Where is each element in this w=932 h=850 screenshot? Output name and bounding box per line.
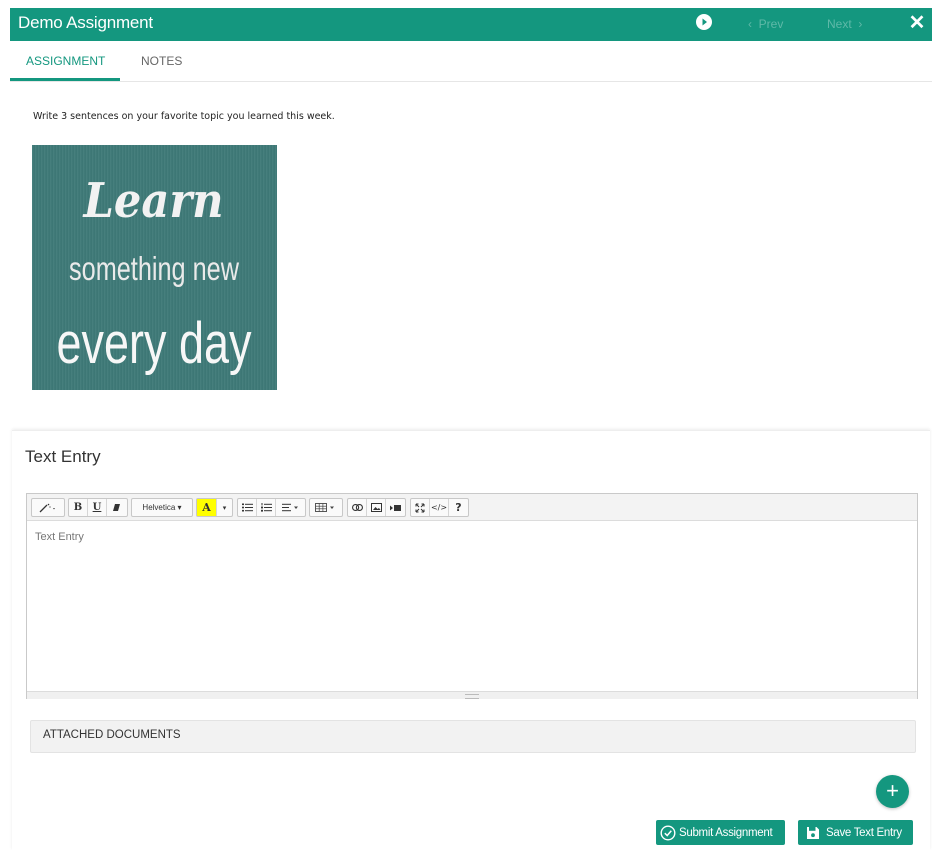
close-icon[interactable]: ✕ <box>907 11 927 35</box>
underline-button[interactable]: U <box>88 499 107 516</box>
rich-text-editor: B U Helvetica ▾ A ▾ </> ? Text Entry <box>26 493 918 699</box>
eraser-icon[interactable] <box>107 499 126 516</box>
check-circle-icon <box>660 824 676 841</box>
tab-notes[interactable]: NOTES <box>141 54 182 68</box>
next-button[interactable]: Next › <box>827 17 862 31</box>
resize-grip-icon <box>465 694 479 699</box>
title-bar: Demo Assignment ‹ Prev Next › ✕ <box>10 8 932 41</box>
font-family-dropdown[interactable]: Helvetica ▾ <box>132 499 192 516</box>
attached-documents-section[interactable]: ATTACHED DOCUMENTS <box>30 720 916 753</box>
insert-group <box>347 498 406 517</box>
floppy-disk-icon <box>807 826 819 839</box>
active-tab-indicator <box>10 78 120 81</box>
chevron-left-icon: ‹ <box>748 17 752 31</box>
prev-button[interactable]: ‹ Prev <box>748 17 783 31</box>
video-icon[interactable] <box>386 499 405 516</box>
tab-assignment[interactable]: ASSIGNMENT <box>26 54 105 68</box>
assignment-instructions: Write 3 sentences on your favorite topic… <box>33 111 335 122</box>
attached-documents-label: ATTACHED DOCUMENTS <box>43 729 181 741</box>
magic-wand-icon[interactable] <box>32 499 64 516</box>
ordered-list-icon[interactable] <box>257 499 276 516</box>
highlight-color-button[interactable]: A <box>197 499 217 516</box>
play-icon[interactable] <box>696 14 712 30</box>
text-entry-panel: Text Entry B U Helvetica ▾ A ▾ </> ? Tex… <box>12 430 930 850</box>
image-text-line1: Learn <box>82 172 224 229</box>
submit-assignment-label: Submit Assignment <box>679 826 773 839</box>
assignment-window: Demo Assignment ‹ Prev Next › ✕ ASSIGNME… <box>10 8 932 850</box>
next-label: Next <box>827 17 852 31</box>
window-title: Demo Assignment <box>18 13 153 32</box>
code-icon[interactable]: </> <box>430 499 449 516</box>
bold-button[interactable]: B <box>69 499 88 516</box>
list-group <box>237 498 306 517</box>
unordered-list-icon[interactable] <box>238 499 257 516</box>
image-text-line3: every day <box>57 311 252 376</box>
editor-resize-handle[interactable] <box>27 691 917 699</box>
add-document-button[interactable]: + <box>876 775 909 808</box>
style-group <box>31 498 65 517</box>
image-icon[interactable] <box>367 499 386 516</box>
color-group: A ▾ <box>196 498 233 517</box>
text-entry-input[interactable]: Text Entry <box>27 521 917 691</box>
tab-bar: ASSIGNMENT NOTES <box>10 41 932 82</box>
chevron-down-icon[interactable]: ▾ <box>217 499 232 516</box>
prev-label: Prev <box>758 17 784 31</box>
font-group: Helvetica ▾ <box>131 498 193 517</box>
chevron-right-icon: › <box>858 17 863 31</box>
assignment-image: Learn something new every day <box>32 145 277 390</box>
align-icon[interactable] <box>276 499 305 516</box>
submit-assignment-button[interactable]: Submit Assignment <box>656 820 785 845</box>
text-entry-placeholder: Text Entry <box>35 531 84 543</box>
save-text-entry-button[interactable]: Save Text Entry <box>798 820 913 845</box>
editor-toolbar: B U Helvetica ▾ A ▾ </> ? <box>27 494 917 521</box>
font-style-group: B U <box>68 498 128 517</box>
save-text-entry-label: Save Text Entry <box>826 826 902 839</box>
table-icon[interactable] <box>310 499 342 516</box>
table-group <box>309 498 343 517</box>
misc-group: </> ? <box>410 498 469 517</box>
help-icon[interactable]: ? <box>449 499 468 516</box>
fullscreen-icon[interactable] <box>411 499 430 516</box>
text-entry-title: Text Entry <box>25 447 101 466</box>
plus-icon: + <box>886 778 899 803</box>
image-text-line2: something new <box>69 250 239 287</box>
link-icon[interactable] <box>348 499 367 516</box>
